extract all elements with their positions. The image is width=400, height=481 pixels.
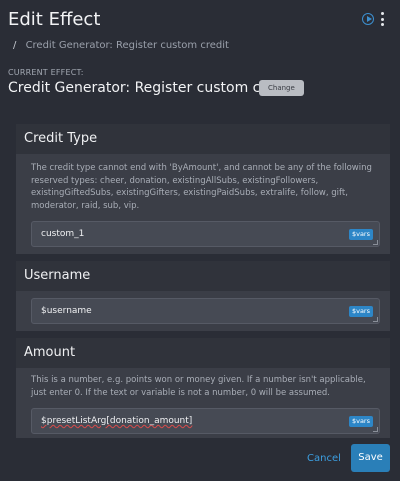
breadcrumb-current[interactable]: Credit Generator: Register custom credit	[26, 40, 229, 51]
username-input[interactable]: $username $vars	[31, 298, 380, 324]
resize-handle[interactable]	[373, 240, 378, 245]
current-effect-label: CURRENT EFFECT:	[8, 68, 84, 77]
change-effect-button[interactable]: Change	[259, 80, 304, 96]
credit-type-vars-button[interactable]: $vars	[348, 229, 373, 240]
credit-type-description: The credit type cannot end with 'ByAmoun…	[31, 163, 372, 211]
amount-section: Amount This is a number, e.g. points won…	[16, 338, 390, 438]
amount-vars-button[interactable]: $vars	[348, 416, 373, 427]
save-button[interactable]: Save	[351, 444, 390, 472]
credit-type-section: Credit Type The credit type cannot end w…	[16, 124, 390, 254]
credit-type-input[interactable]: custom_1 $vars	[31, 221, 380, 247]
page-title: Edit Effect	[8, 9, 101, 30]
resize-handle[interactable]	[373, 317, 378, 322]
breadcrumb: / Credit Generator: Register custom cred…	[13, 40, 229, 51]
username-value: $username	[41, 306, 92, 316]
amount-description: This is a number, e.g. points won or mon…	[31, 375, 366, 398]
amount-value: $presetListArg[donation_amount]	[41, 416, 193, 426]
username-vars-button[interactable]: $vars	[348, 306, 373, 317]
breadcrumb-separator: /	[13, 40, 17, 51]
username-heading: Username	[16, 261, 390, 291]
resize-handle[interactable]	[373, 427, 378, 432]
amount-heading: Amount	[16, 338, 390, 368]
credit-type-heading: Credit Type	[16, 124, 390, 154]
credit-type-value: custom_1	[41, 229, 85, 239]
cancel-button[interactable]: Cancel	[307, 453, 341, 464]
amount-input[interactable]: $presetListArg[donation_amount] $vars	[31, 408, 380, 434]
kebab-menu-icon[interactable]	[379, 12, 385, 26]
play-circle-icon[interactable]	[362, 13, 374, 25]
username-section: Username $username $vars	[16, 261, 390, 331]
current-effect-name: Credit Generator: Register custom credit	[8, 80, 293, 96]
